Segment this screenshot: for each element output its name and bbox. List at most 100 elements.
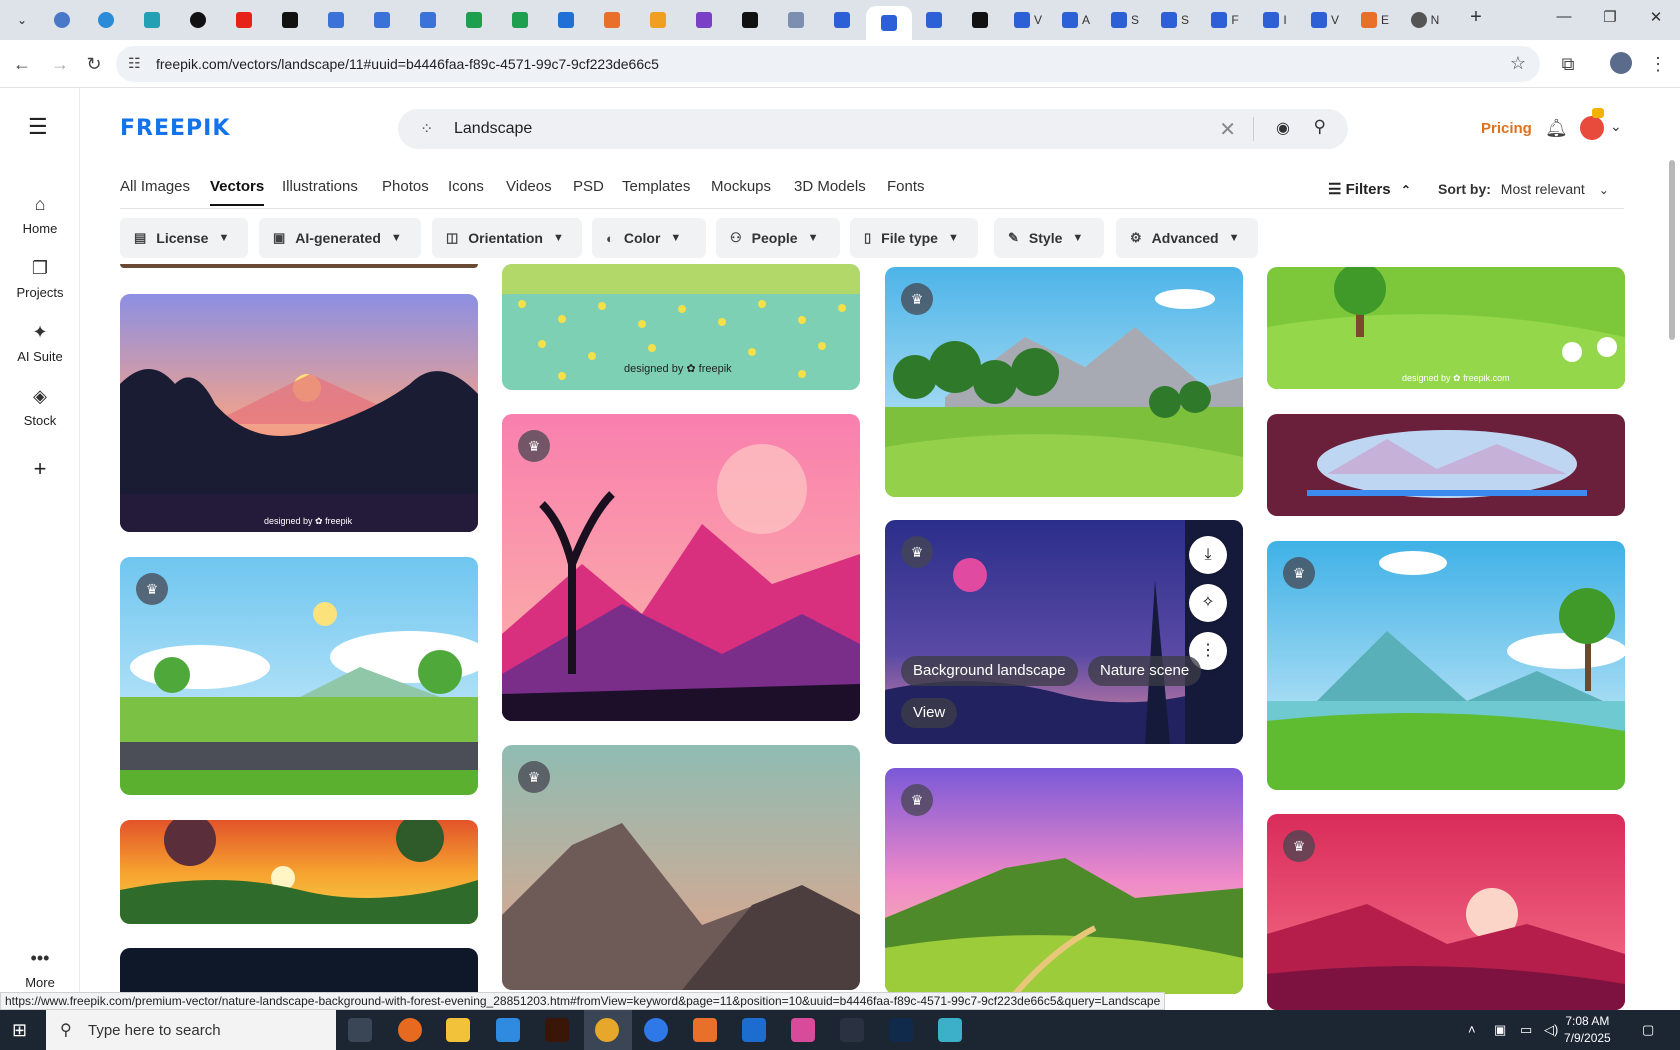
file-explorer-icon[interactable] bbox=[446, 1018, 470, 1042]
volume-icon[interactable]: ◁) bbox=[1544, 1022, 1558, 1038]
chip-advanced[interactable]: ⚙ Advanced ▼ bbox=[1116, 218, 1258, 258]
profile-avatar[interactable] bbox=[1610, 52, 1632, 74]
camera-search-icon[interactable]: ◉ bbox=[1276, 118, 1290, 138]
rail-item-projects[interactable]: ❐ Projects bbox=[0, 258, 80, 300]
illustrator-icon[interactable] bbox=[545, 1018, 569, 1042]
image-tile[interactable]: designed by ✿ freepik bbox=[502, 264, 860, 390]
browser-tab[interactable] bbox=[958, 6, 1002, 34]
browser-tab[interactable] bbox=[314, 6, 358, 34]
add-button[interactable]: + bbox=[0, 456, 80, 482]
search-input[interactable]: Landscape bbox=[454, 120, 532, 138]
browser-tab[interactable]: N bbox=[1400, 6, 1450, 34]
hamburger-menu-icon[interactable]: ☰ bbox=[28, 114, 48, 140]
image-tile[interactable]: ♛ bbox=[502, 745, 860, 990]
app-icon[interactable] bbox=[693, 1018, 717, 1042]
search-bar[interactable]: ⁘ Landscape ✕ ◉ ⚲ bbox=[398, 109, 1348, 149]
app-icon[interactable] bbox=[938, 1018, 962, 1042]
taskbar-clock[interactable]: 7:08 AM 7/9/2025 bbox=[1564, 1013, 1611, 1047]
tab-illustrations[interactable]: Illustrations bbox=[282, 178, 358, 195]
tab-templates[interactable]: Templates bbox=[622, 178, 690, 195]
image-tile-hovered[interactable]: ♛ ⤓ ✧ ⋮ Background landscape Nature scen… bbox=[885, 520, 1243, 744]
rail-item-stock[interactable]: ◈ Stock bbox=[0, 386, 80, 428]
browser-tab[interactable] bbox=[406, 6, 450, 34]
browser-tab[interactable] bbox=[268, 6, 312, 34]
chip-ai-generated[interactable]: ▣ AI-generated ▼ bbox=[259, 218, 421, 258]
vscode-icon[interactable] bbox=[496, 1018, 520, 1042]
browser-tab[interactable] bbox=[820, 6, 864, 34]
browser-tab[interactable] bbox=[176, 6, 220, 34]
address-url[interactable]: freepik.com/vectors/landscape/11#uuid=b4… bbox=[156, 56, 659, 72]
forward-button[interactable]: → bbox=[48, 52, 72, 76]
browser-tab-active[interactable] bbox=[866, 6, 912, 40]
bookmark-star-icon[interactable]: ☆ bbox=[1510, 53, 1526, 74]
freepik-logo[interactable]: FREEPIK bbox=[120, 116, 230, 141]
pricing-link[interactable]: Pricing bbox=[1481, 120, 1532, 137]
notification-bell-icon[interactable]: 🔔︎ bbox=[1545, 118, 1568, 139]
chip-style[interactable]: ✎ Style ▼ bbox=[994, 218, 1104, 258]
browser-tab[interactable]: V bbox=[1300, 6, 1350, 34]
filters-toggle[interactable]: ☰ Filters ⌃ bbox=[1328, 180, 1411, 198]
browser-tab[interactable]: V bbox=[1004, 6, 1052, 34]
search-icon[interactable]: ⚲ bbox=[1314, 117, 1326, 137]
browser-tab[interactable] bbox=[360, 6, 404, 34]
tab-search-button[interactable]: ⌄ bbox=[0, 6, 44, 34]
back-button[interactable]: ← bbox=[10, 52, 34, 76]
tab-photos[interactable]: Photos bbox=[382, 178, 429, 195]
tab-vectors[interactable]: Vectors bbox=[210, 178, 265, 206]
image-tile[interactable]: ♛ bbox=[885, 768, 1243, 994]
search-mode-icon[interactable]: ⁘ bbox=[420, 119, 433, 139]
tab-fonts[interactable]: Fonts bbox=[887, 178, 925, 195]
address-bar[interactable]: ☷ freepik.com/vectors/landscape/11#uuid=… bbox=[116, 46, 1540, 82]
new-tab-button[interactable]: + bbox=[1456, 6, 1496, 29]
image-tile[interactable]: ♛ bbox=[1267, 814, 1625, 1010]
tab-all-images[interactable]: All Images bbox=[120, 178, 190, 195]
browser-tab[interactable] bbox=[40, 6, 84, 34]
restore-button[interactable]: ❐ bbox=[1590, 8, 1630, 26]
extensions-icon[interactable]: ⧉ bbox=[1556, 52, 1580, 76]
tray-app-icon[interactable]: ▣ bbox=[1494, 1022, 1506, 1038]
browser-tab[interactable] bbox=[682, 6, 726, 34]
user-avatar[interactable] bbox=[1580, 116, 1604, 140]
browser-tab[interactable] bbox=[728, 6, 772, 34]
tag-background-landscape[interactable]: Background landscape bbox=[901, 656, 1078, 686]
browser-tab[interactable]: A bbox=[1052, 6, 1100, 34]
ai-edit-sparkle-icon[interactable]: ✧ bbox=[1189, 584, 1227, 622]
browser-tab[interactable] bbox=[222, 6, 266, 34]
chip-file-type[interactable]: ▯ File type ▼ bbox=[850, 218, 978, 258]
chip-license[interactable]: ▤ License ▼ bbox=[120, 218, 248, 258]
minimize-button[interactable]: — bbox=[1544, 8, 1584, 25]
windows-start-icon[interactable]: ⊞ bbox=[12, 1020, 27, 1041]
browser-tab[interactable]: F bbox=[1200, 6, 1250, 34]
task-view-icon[interactable] bbox=[348, 1018, 372, 1042]
tab-videos[interactable]: Videos bbox=[506, 178, 552, 195]
browser-tab[interactable] bbox=[544, 6, 588, 34]
image-tile[interactable]: ♛ bbox=[885, 267, 1243, 497]
tab-psd[interactable]: PSD bbox=[573, 178, 604, 195]
outlook-icon[interactable] bbox=[742, 1018, 766, 1042]
browser-tab[interactable] bbox=[912, 6, 956, 34]
network-icon[interactable]: ▭ bbox=[1520, 1022, 1532, 1038]
image-tile[interactable] bbox=[120, 820, 478, 924]
image-tile[interactable]: ♛ bbox=[1267, 541, 1625, 790]
image-tile[interactable]: designed by ✿ freepik.com bbox=[1267, 267, 1625, 389]
photoshop-icon[interactable] bbox=[889, 1018, 913, 1042]
view-button[interactable]: View bbox=[901, 698, 958, 728]
close-window-button[interactable]: ✕ bbox=[1636, 8, 1676, 26]
browser-tab[interactable] bbox=[636, 6, 680, 34]
chip-people[interactable]: ⚇ People ▼ bbox=[716, 218, 840, 258]
browser-tab[interactable] bbox=[498, 6, 542, 34]
tab-mockups[interactable]: Mockups bbox=[711, 178, 771, 195]
reload-button[interactable]: ↻ bbox=[82, 52, 106, 76]
image-tile[interactable] bbox=[120, 948, 478, 992]
zoom-icon[interactable] bbox=[644, 1018, 668, 1042]
rail-item-ai-suite[interactable]: ✦ AI Suite bbox=[0, 322, 80, 364]
image-tile[interactable] bbox=[120, 264, 478, 268]
tag-nature-scene[interactable]: Nature scene bbox=[1088, 656, 1202, 686]
site-info-icon[interactable]: ☷ bbox=[128, 55, 141, 72]
download-icon[interactable]: ⤓ bbox=[1189, 536, 1227, 574]
image-tile[interactable] bbox=[1267, 414, 1625, 516]
browser-tab[interactable]: S bbox=[1100, 6, 1150, 34]
notifications-icon[interactable]: ▢ bbox=[1642, 1022, 1654, 1038]
image-tile[interactable]: ♛ bbox=[120, 557, 478, 795]
tab-icons[interactable]: Icons bbox=[448, 178, 484, 195]
